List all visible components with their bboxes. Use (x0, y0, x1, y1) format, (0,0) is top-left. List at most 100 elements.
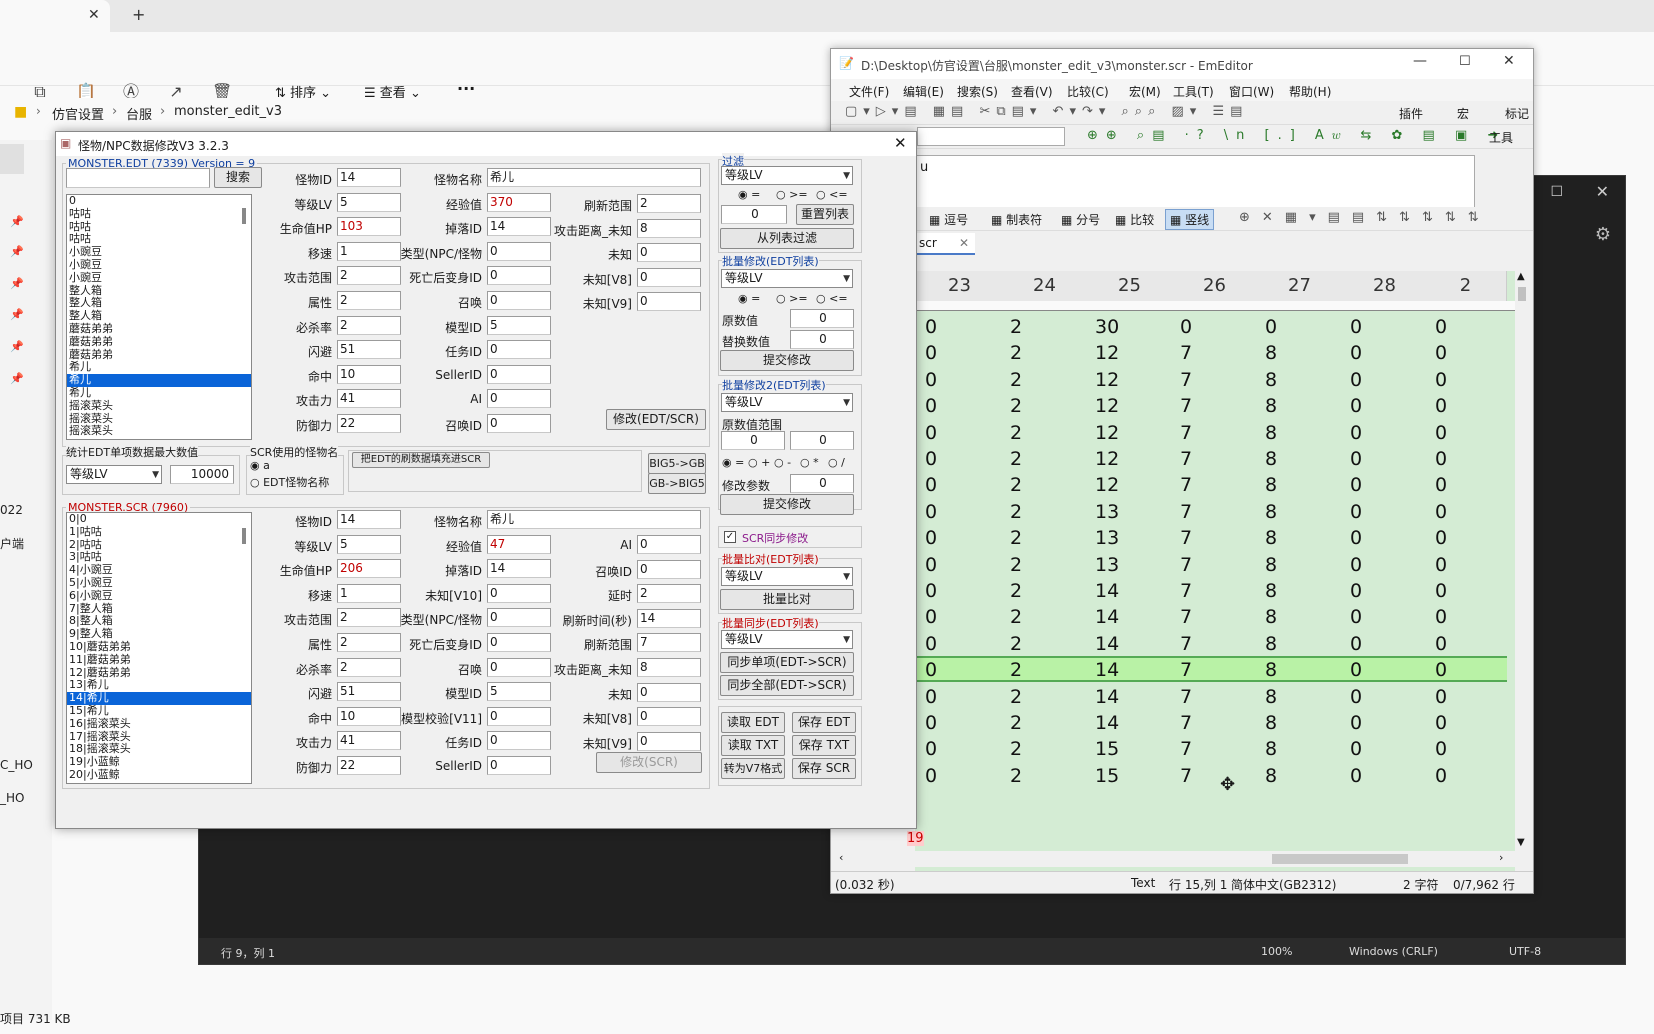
scr-name-option-a[interactable]: ◉ a (250, 459, 270, 472)
field-input[interactable]: 2 (637, 194, 701, 213)
compare-dropdown[interactable]: 等级LV (721, 567, 853, 586)
grid-cell[interactable]: 7 (1180, 422, 1260, 444)
grid-cell[interactable]: 0 (1350, 554, 1430, 576)
field-input[interactable]: 希儿 (487, 510, 701, 529)
field-input[interactable]: 0 (637, 731, 701, 751)
grid-cell[interactable]: 0 (1435, 712, 1515, 734)
grid-cell[interactable]: 0 (1265, 316, 1345, 338)
grid-cell[interactable]: 14 (1095, 659, 1175, 681)
grid-cell[interactable]: 8 (1265, 580, 1345, 602)
stat-dropdown[interactable]: 等级LV (66, 465, 162, 484)
list-item[interactable]: 摇滚菜头 (67, 399, 251, 413)
reset-list-button[interactable]: 重置列表 (796, 204, 854, 225)
breadcrumb-1[interactable]: 仿官设置 (52, 104, 104, 123)
menu-tools[interactable]: 工具(T) (1173, 83, 1214, 100)
menu-view[interactable]: 查看(V) (1011, 83, 1053, 100)
batch2-op-sub[interactable]: ○ - (774, 456, 791, 469)
save-scr-button[interactable]: 保存 SCR (792, 758, 856, 779)
grid-cell[interactable]: 0 (1350, 712, 1430, 734)
fill-scr-button[interactable]: 把EDT的刷数据填充进SCR (352, 452, 490, 468)
grid-cell[interactable]: 0 (1350, 316, 1430, 338)
column-header[interactable]: 24 (1000, 271, 1090, 301)
grid-cell[interactable]: 2 (1010, 554, 1090, 576)
field-input[interactable]: 8 (637, 658, 701, 677)
horizontal-scrollbar[interactable]: ‹ › (831, 851, 1515, 867)
nav-selected-item[interactable] (0, 144, 24, 174)
field-input[interactable]: 0 (487, 340, 551, 360)
breadcrumb-2[interactable]: 台服 (126, 104, 152, 123)
grid-cell[interactable]: 0 (1435, 369, 1515, 391)
batch-op-le[interactable]: ○ <= (816, 292, 848, 305)
grid-cell[interactable]: 13 (1095, 527, 1175, 549)
grid-cell[interactable]: 0 (1350, 501, 1430, 523)
batch-op-eq[interactable]: ◉ = (738, 292, 760, 305)
column-header[interactable]: 26 (1170, 271, 1260, 301)
list-item[interactable]: 小豌豆 (67, 258, 251, 272)
list-item[interactable]: 希儿 (67, 386, 251, 400)
field-input[interactable]: 0 (637, 243, 701, 263)
grid-cell[interactable]: 0 (1435, 606, 1515, 628)
scroll-left-icon[interactable]: ‹ (839, 851, 843, 864)
compare-button[interactable]: ▦ 比较 (1115, 211, 1154, 228)
status-encoding[interactable]: 简体中文(GB2312) (1231, 876, 1336, 893)
grid-cell[interactable]: 8 (1265, 554, 1345, 576)
edt-monster-list[interactable]: 0 咕咕 咕咕 咕咕 小豌豆 小豌豆 小豌豆 整人箱 整人箱 整人箱 蘑菇弟弟 蘑菇弟弟 蘑菇弟弟 希儿希… (66, 194, 252, 440)
convert-v7-button[interactable]: 转为V7格式 (721, 758, 785, 779)
list-item[interactable]: 希儿 (67, 361, 251, 374)
grid-cell[interactable]: 2 (1010, 422, 1090, 444)
range-from-field[interactable]: 0 (721, 431, 785, 450)
sync-all-button[interactable]: 同步全部(EDT->SCR) (720, 675, 854, 696)
filter-value-field[interactable]: 0 (721, 205, 787, 224)
grid-cell[interactable]: 0 (925, 501, 1005, 523)
search-input[interactable] (66, 168, 210, 188)
batch2-op-add[interactable]: ○ + (748, 456, 770, 469)
grid-cell[interactable]: 8 (1265, 342, 1345, 364)
list-item[interactable]: 0|0 (67, 513, 251, 526)
csv-grid[interactable]: 23 24 25 26 27 28 2 0 2 30 0 0 0 0 0 2 12 7 8 0 0 0 2 12… (907, 271, 1515, 871)
grid-cell[interactable]: 15 (1095, 738, 1175, 760)
grid-cell[interactable]: 0 (925, 659, 1005, 681)
toolbar-icons[interactable]: ▢▾▷▾▤ ▦▤ ✂⧉▤▾ ↶▾↷▾ ⌕⌕⌕ ▨▾ ☰▤ (845, 104, 1248, 119)
grid-cell[interactable]: 0 (1350, 738, 1430, 760)
scroll-up-icon[interactable]: ▲ (1517, 271, 1525, 282)
grid-cell[interactable]: 0 (925, 606, 1005, 628)
tab-button[interactable]: ▦ 制表符 (991, 211, 1042, 228)
grid-cell[interactable]: 7 (1180, 474, 1260, 496)
grid-cell[interactable]: 30 (1095, 316, 1175, 338)
grid-cell[interactable]: 0 (1350, 659, 1430, 681)
save-edt-button[interactable]: 保存 EDT (792, 712, 856, 733)
grid-cell[interactable]: 8 (1265, 448, 1345, 470)
close-icon[interactable]: ✕ (894, 134, 907, 152)
grid-cell[interactable]: 8 (1265, 765, 1345, 787)
marker-label[interactable]: 标记 (1505, 105, 1529, 122)
macro-label[interactable]: 宏 (1457, 105, 1469, 122)
field-input[interactable]: 0 (637, 292, 701, 312)
grid-cell[interactable]: 0 (1180, 316, 1260, 338)
grid-cell[interactable]: 8 (1265, 422, 1345, 444)
grid-cell[interactable]: 8 (1265, 633, 1345, 655)
grid-cell[interactable]: 0 (925, 474, 1005, 496)
scroll-thumb[interactable] (1518, 287, 1526, 301)
grid-cell[interactable]: 2 (1010, 738, 1090, 760)
grid-cell[interactable]: 12 (1095, 448, 1175, 470)
batch-submit-button[interactable]: 提交修改 (720, 350, 854, 371)
grid-cell[interactable]: 0 (1435, 554, 1515, 576)
grid-cell[interactable]: 8 (1265, 474, 1345, 496)
grid-cell[interactable]: 13 (1095, 501, 1175, 523)
batch2-submit-button[interactable]: 提交修改 (720, 494, 854, 515)
grid-cell[interactable]: 7 (1180, 448, 1260, 470)
grid-cell[interactable]: 2 (1010, 501, 1090, 523)
grid-cell[interactable]: 0 (1435, 686, 1515, 708)
list-item[interactable]: 6|小豌豆 (67, 589, 251, 603)
sync-dropdown[interactable]: 等级LV (721, 630, 853, 649)
grid-cell[interactable]: 12 (1095, 474, 1175, 496)
field-input[interactable]: 14 (637, 608, 701, 628)
list-item[interactable]: 15|希儿 (67, 704, 251, 718)
big5-to-gb-button[interactable]: BIG5->GB (648, 453, 706, 474)
grid-cell[interactable]: 0 (925, 422, 1005, 444)
batch2-op-mul[interactable]: ○ * (800, 456, 819, 469)
grid-cell[interactable]: 7 (1180, 369, 1260, 391)
grid-cell[interactable]: 8 (1265, 686, 1345, 708)
list-item[interactable]: 小豌豆 (67, 271, 251, 285)
grid-cell[interactable]: 8 (1265, 738, 1345, 760)
